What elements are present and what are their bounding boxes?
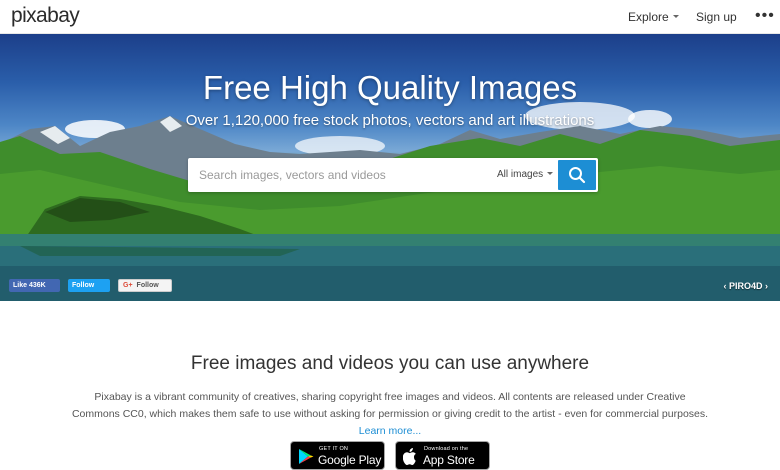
twitter-follow-label: Follow xyxy=(72,282,95,289)
hero-title: Free High Quality Images xyxy=(202,69,578,106)
top-navigation-bar: pixabay Explore Sign up ••• xyxy=(0,0,780,34)
search-input[interactable] xyxy=(188,158,488,192)
more-menu-icon[interactable]: ••• xyxy=(755,7,775,25)
app-store-label: App Store xyxy=(423,453,475,467)
facebook-like-button[interactable]: Like 436K xyxy=(9,279,60,292)
chevron-down-icon xyxy=(547,171,554,175)
search-button[interactable] xyxy=(558,160,596,190)
previous-image-icon[interactable]: ‹ xyxy=(723,281,726,291)
chevron-down-icon xyxy=(672,15,679,19)
learn-more-link[interactable]: Learn more... xyxy=(359,425,421,437)
google-plus-follow-button[interactable]: G+ Follow xyxy=(118,279,172,292)
search-bar: All images xyxy=(188,158,598,192)
image-type-selected: All images xyxy=(497,169,544,180)
google-play-label: Google Play xyxy=(318,453,382,467)
google-play-icon xyxy=(299,449,314,464)
google-play-small-text: GET IT ON xyxy=(319,446,349,452)
intro-text: Pixabay is a vibrant community of creati… xyxy=(71,391,709,420)
google-play-badge[interactable]: GET IT ON Google Play xyxy=(290,441,385,470)
signup-link[interactable]: Sign up xyxy=(696,10,737,24)
app-store-small-text: Download on the xyxy=(424,446,469,452)
intro-heading: Free images and videos you can use anywh… xyxy=(190,353,590,374)
pixabay-logo[interactable]: pixabay xyxy=(11,4,80,28)
next-image-icon[interactable]: › xyxy=(765,281,768,291)
facebook-like-label: Like 436K xyxy=(13,282,46,289)
image-type-dropdown[interactable]: All images xyxy=(497,158,554,192)
twitter-follow-button[interactable]: Follow xyxy=(68,279,110,292)
app-store-badge[interactable]: Download on the App Store xyxy=(395,441,490,470)
photo-credit-author[interactable]: PIRO4D xyxy=(729,281,763,291)
hero-banner: Free High Quality Images Over 1,120,000 … xyxy=(0,34,780,301)
explore-label: Explore xyxy=(628,10,669,24)
google-plus-follow-label: Follow xyxy=(136,282,159,289)
intro-description: Pixabay is a vibrant community of creati… xyxy=(70,389,710,440)
explore-menu[interactable]: Explore xyxy=(628,10,679,24)
apple-icon xyxy=(403,448,416,465)
google-plus-icon: G+ xyxy=(123,282,133,289)
hero-subtitle: Over 1,120,000 free stock photos, vector… xyxy=(185,112,595,129)
search-icon xyxy=(569,167,586,184)
photo-credit: ‹ PIRO4D › xyxy=(723,281,768,291)
